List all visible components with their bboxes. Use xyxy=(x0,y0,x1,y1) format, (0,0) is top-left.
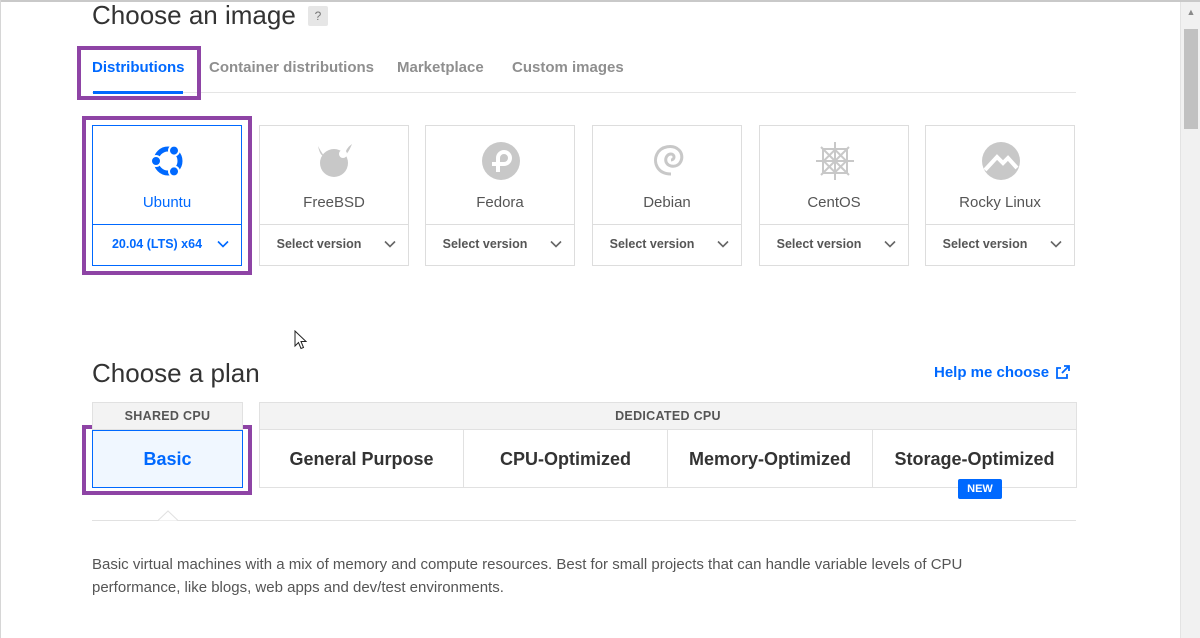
version-label: Select version xyxy=(276,237,362,251)
new-badge: NEW xyxy=(958,479,1002,499)
ubuntu-logo-icon xyxy=(150,144,183,178)
mouse-cursor-icon xyxy=(294,330,308,350)
version-select[interactable]: 20.04 (LTS) x64 xyxy=(93,225,241,265)
distro-card-fedora[interactable]: Fedora Select version xyxy=(425,125,575,266)
version-label: Select version xyxy=(442,237,528,251)
distro-card-rocky-linux[interactable]: Rocky Linux Select version xyxy=(925,125,1075,266)
version-label: Select version xyxy=(776,237,862,251)
tab-container-distributions[interactable]: Container distributions xyxy=(209,59,374,76)
distro-name: FreeBSD xyxy=(303,194,365,211)
choose-plan-heading: Choose a plan xyxy=(92,358,260,388)
plan-general-purpose-button[interactable]: General Purpose xyxy=(259,430,464,488)
shared-cpu-header: SHARED CPU xyxy=(92,402,243,430)
tab-distributions[interactable]: Distributions xyxy=(92,59,185,76)
distro-name: Rocky Linux xyxy=(959,194,1041,211)
scroll-up-arrow-icon[interactable]: ▲ xyxy=(1181,2,1200,22)
version-label: 20.04 (LTS) x64 xyxy=(111,237,203,251)
chevron-down-icon xyxy=(217,240,229,248)
plan-divider xyxy=(92,520,1076,521)
scrollbar-thumb[interactable] xyxy=(1184,29,1198,129)
distro-name: Ubuntu xyxy=(142,194,192,211)
distro-card-debian[interactable]: Debian Select version xyxy=(592,125,742,266)
version-label: Select version xyxy=(609,237,695,251)
freebsd-logo-icon xyxy=(318,144,352,177)
window-left-border xyxy=(0,0,1,638)
rocky-linux-logo-icon xyxy=(982,142,1020,180)
plan-basic-button[interactable]: Basic xyxy=(92,430,243,488)
chevron-down-icon xyxy=(884,240,896,248)
chevron-down-icon xyxy=(717,240,729,248)
chevron-down-icon xyxy=(384,240,396,248)
plan-memory-optimized-button[interactable]: Memory-Optimized xyxy=(667,430,873,488)
centos-logo-icon xyxy=(816,142,854,180)
debian-logo-icon xyxy=(654,145,684,176)
selected-plan-pointer xyxy=(158,510,178,525)
plan-cpu-optimized-button[interactable]: CPU-Optimized xyxy=(463,430,668,488)
distro-card-ubuntu[interactable]: Ubuntu 20.04 (LTS) x64 xyxy=(92,125,242,266)
distro-name: Fedora xyxy=(476,194,524,211)
chevron-down-icon xyxy=(1050,240,1062,248)
external-link-icon[interactable] xyxy=(1055,364,1071,380)
version-select[interactable]: Select version xyxy=(760,225,908,265)
choose-image-heading: Choose an image xyxy=(92,0,296,30)
distro-card-centos[interactable]: CentOS Select version xyxy=(759,125,909,266)
distro-card-freebsd[interactable]: FreeBSD Select version xyxy=(259,125,409,266)
fedora-logo-icon xyxy=(482,142,520,180)
dedicated-cpu-header: DEDICATED CPU xyxy=(259,402,1077,430)
version-select[interactable]: Select version xyxy=(426,225,574,265)
plan-description: Basic virtual machines with a mix of mem… xyxy=(92,556,963,596)
tabs-divider xyxy=(92,92,1076,93)
version-label: Select version xyxy=(942,237,1028,251)
version-select[interactable]: Select version xyxy=(593,225,741,265)
distro-name: CentOS xyxy=(807,194,861,211)
version-select[interactable]: Select version xyxy=(926,225,1074,265)
distro-name: Debian xyxy=(643,194,691,211)
help-me-choose-link[interactable]: Help me choose xyxy=(934,364,1049,381)
vertical-scrollbar[interactable]: ▲ xyxy=(1180,2,1200,638)
chevron-down-icon xyxy=(550,240,562,248)
image-help-badge[interactable]: ? xyxy=(308,6,328,26)
tab-custom-images[interactable]: Custom images xyxy=(512,59,624,76)
tab-marketplace[interactable]: Marketplace xyxy=(397,59,484,76)
version-select[interactable]: Select version xyxy=(260,225,408,265)
active-tab-underline xyxy=(93,91,183,94)
